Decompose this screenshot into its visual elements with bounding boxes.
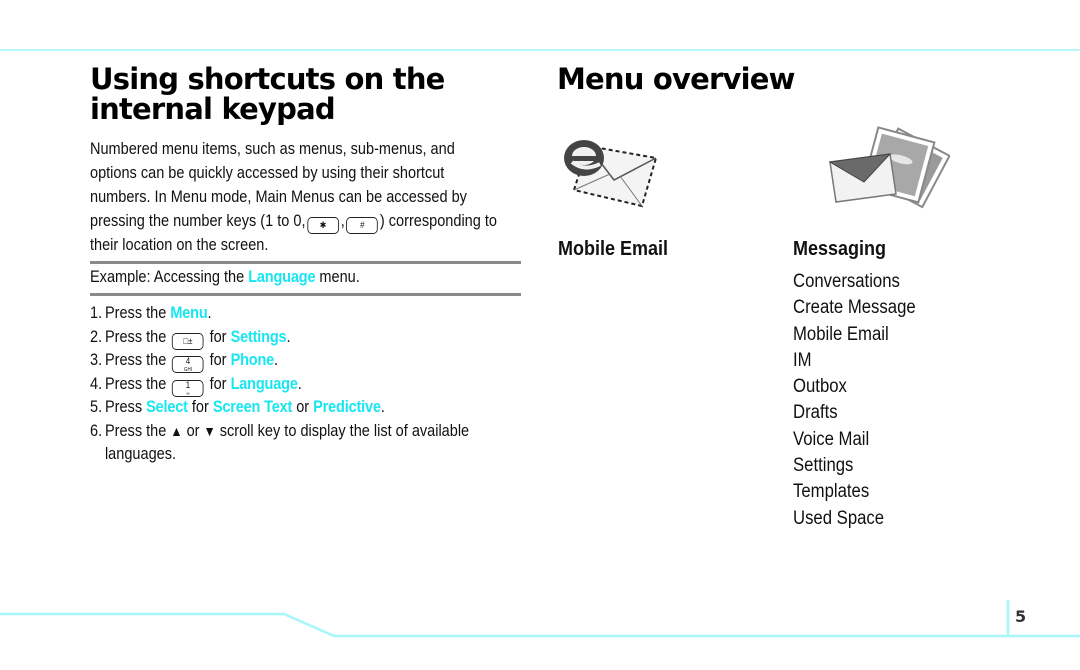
settings-key-icon: □± <box>172 332 204 350</box>
category-title: Mobile Email <box>558 238 669 260</box>
submenu-item: Used Space <box>793 507 885 529</box>
example-line: Example: Accessing the Language menu. <box>90 268 360 287</box>
step-text: Press the <box>104 374 171 393</box>
page-number: 5 <box>1015 607 1027 626</box>
step-5: 5. Press Select for Screen Text or Predi… <box>90 396 469 420</box>
category-title: Messaging <box>793 238 887 260</box>
menu-category-mobile-email: Mobile Email <box>558 238 680 261</box>
submenu-item: Conversations <box>793 271 900 292</box>
step-highlight: Predictive <box>313 398 381 416</box>
example-highlight: Language <box>248 268 316 286</box>
step-text: . <box>380 398 385 416</box>
step-text: for <box>205 351 231 369</box>
step-text: Press the <box>104 327 171 346</box>
divider-bottom <box>90 293 521 296</box>
intro-line: numbers. In Menu mode, Main Menus can be… <box>90 188 467 206</box>
intro-line: their location on the screen. <box>90 236 269 254</box>
step-text: . <box>297 374 302 393</box>
example-text: Example: Accessing the <box>90 268 249 286</box>
step-3: 3. Press the 4 GHI for Phone. <box>90 349 469 373</box>
step-text: for <box>205 327 231 346</box>
step-number: 2. <box>90 327 103 346</box>
step-1: 1. Press the Menu. <box>90 302 469 326</box>
key-1-icon: 1 ∞ <box>172 379 204 397</box>
step-text: or <box>182 421 204 440</box>
top-accent-line <box>0 49 1080 51</box>
submenu-item: Settings <box>793 455 854 477</box>
step-number: 6. <box>90 421 103 440</box>
submenu-item: Mobile Email <box>793 323 889 345</box>
submenu-item: Voice Mail <box>793 428 870 450</box>
step-text: Press the <box>104 421 171 440</box>
step-6: 6. Press the ▲ or ▼ scroll key to displa… <box>90 420 469 444</box>
intro-line: pressing the number keys (1 to 0, ✱, #) co… <box>90 209 497 234</box>
intro-text: , <box>340 212 345 230</box>
step-highlight: Select <box>146 398 188 416</box>
step-highlight: Settings <box>230 327 287 346</box>
step-text: Press the <box>104 304 171 322</box>
step-text: . <box>286 327 291 346</box>
intro-line: Numbered menu items, such as menus, sub-… <box>90 140 455 158</box>
intro-text: pressing the number keys (1 to 0, <box>90 212 306 230</box>
submenu-item: IM <box>793 349 812 371</box>
step-text: for <box>205 374 231 393</box>
intro-line: options can be quickly accessed by using… <box>90 164 445 182</box>
steps-list: 1. Press the Menu. 2. Press the □± for S… <box>90 302 469 467</box>
submenu-item: Outbox <box>793 376 847 398</box>
hash-key-icon: # <box>346 217 379 234</box>
step-4: 4. Press the 1 ∞ for Language. <box>90 373 469 397</box>
menu-category-messaging: Messaging Conversations Create Message M… <box>793 238 932 532</box>
step-2: 2. Press the □± for Settings. <box>90 326 469 350</box>
submenu-item: Templates <box>793 481 870 503</box>
messaging-submenu-list: Conversations Create Message Mobile Emai… <box>793 269 916 532</box>
step-text: for <box>187 398 213 416</box>
step-highlight: Language <box>230 374 298 393</box>
step-text: or <box>292 398 314 416</box>
step-text: . <box>274 351 279 369</box>
intro-text: ) corresponding to <box>379 212 497 230</box>
step-highlight: Menu <box>170 304 208 322</box>
submenu-item: Drafts <box>793 402 838 424</box>
key-4-icon: 4 GHI <box>172 356 204 373</box>
footer-accent-line <box>0 600 1080 638</box>
up-arrow-icon: ▲ <box>170 422 183 439</box>
step-text: scroll key to display the list of availa… <box>215 421 470 440</box>
step-highlight: Screen Text <box>212 398 293 416</box>
step-6-continued: languages. <box>90 443 469 467</box>
step-text: Press the <box>104 351 171 369</box>
step-highlight: Phone <box>230 351 275 369</box>
step-number: 3. <box>90 351 103 369</box>
star-key-icon: ✱ <box>307 217 339 234</box>
example-text: menu. <box>315 268 360 286</box>
step-number: 5. <box>90 398 103 416</box>
divider-top <box>90 261 521 264</box>
section-title-menu-overview: Menu overview <box>557 62 795 96</box>
step-number: 4. <box>90 374 103 393</box>
step-text: languages. <box>104 445 177 463</box>
intro-paragraph: Numbered menu items, such as menus, sub-… <box>90 137 497 257</box>
step-number: 1. <box>90 304 103 322</box>
step-text: Press <box>104 398 147 416</box>
messaging-icon <box>828 126 950 209</box>
section-title-shortcuts: Using shortcuts on the internal keypad <box>90 62 445 126</box>
step-text: . <box>207 304 212 322</box>
down-arrow-icon: ▼ <box>203 422 216 439</box>
mobile-email-icon <box>564 140 658 208</box>
submenu-item: Create Message <box>793 297 916 319</box>
